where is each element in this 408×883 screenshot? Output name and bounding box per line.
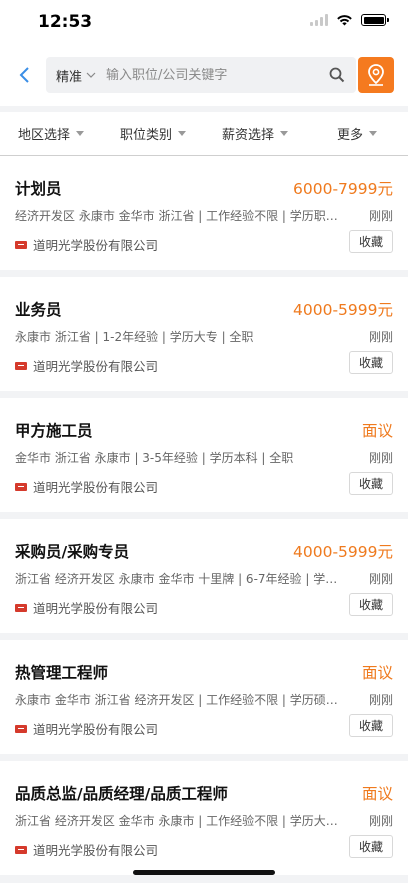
filter-salary[interactable]: 薪资选择 bbox=[204, 124, 306, 143]
job-card[interactable]: 业务员 4000-5999元 永康市 浙江省 | 1-2年经验 | 学历大专 |… bbox=[0, 277, 408, 391]
job-meta: 永康市 金华市 浙江省 经济开发区 | 工作经验不限 | 学历硕士 | 全职 bbox=[15, 693, 345, 707]
battery-icon bbox=[361, 14, 389, 26]
search-mode-label[interactable]: 精准 bbox=[56, 66, 82, 85]
job-meta: 永康市 浙江省 | 1-2年经验 | 学历大专 | 全职 bbox=[15, 330, 254, 344]
status-icons bbox=[310, 14, 389, 26]
location-pin-icon bbox=[368, 64, 384, 86]
search-icon[interactable] bbox=[328, 66, 346, 84]
job-meta: 浙江省 经济开发区 金华市 永康市 | 工作经验不限 | 学历大专 | 全职 bbox=[15, 814, 345, 828]
favorite-button[interactable]: 收藏 bbox=[349, 835, 393, 858]
job-title: 甲方施工员 bbox=[15, 422, 93, 440]
job-card[interactable]: 甲方施工员 面议 金华市 浙江省 永康市 | 3-5年经验 | 学历本科 | 全… bbox=[0, 398, 408, 512]
chevron-left-icon bbox=[19, 67, 29, 83]
search-box: 精准 bbox=[46, 57, 356, 93]
favorite-button[interactable]: 收藏 bbox=[349, 472, 393, 495]
job-time: 刚刚 bbox=[368, 330, 393, 344]
status-time: 12:53 bbox=[38, 12, 93, 32]
company-row: 道明光学股份有限公司 bbox=[15, 840, 158, 859]
search-input[interactable] bbox=[106, 67, 328, 83]
job-card[interactable]: 采购员/采购专员 4000-5999元 浙江省 经济开发区 永康市 金华市 十里… bbox=[0, 519, 408, 633]
company-logo-icon bbox=[15, 603, 27, 612]
company-name: 道明光学股份有限公司 bbox=[33, 843, 159, 858]
job-time: 刚刚 bbox=[368, 572, 393, 586]
job-card[interactable]: 计划员 6000-7999元 经济开发区 永康市 金华市 浙江省 | 工作经验不… bbox=[0, 156, 408, 270]
caret-down-icon bbox=[369, 131, 377, 136]
job-title: 品质总监/品质经理/品质工程师 bbox=[15, 785, 228, 803]
job-title: 业务员 bbox=[15, 301, 62, 319]
company-row: 道明光学股份有限公司 bbox=[15, 477, 158, 496]
company-name: 道明光学股份有限公司 bbox=[33, 480, 159, 495]
search-bar: 精准 bbox=[0, 44, 408, 106]
wifi-icon bbox=[337, 15, 352, 26]
favorite-button[interactable]: 收藏 bbox=[349, 714, 393, 737]
job-card[interactable]: 热管理工程师 面议 永康市 金华市 浙江省 经济开发区 | 工作经验不限 | 学… bbox=[0, 640, 408, 754]
job-meta: 经济开发区 永康市 金华市 浙江省 | 工作经验不限 | 学历职高 | 全职 bbox=[15, 209, 345, 223]
company-logo-icon bbox=[15, 845, 27, 854]
favorite-button[interactable]: 收藏 bbox=[349, 230, 393, 253]
company-name: 道明光学股份有限公司 bbox=[33, 238, 159, 253]
company-name: 道明光学股份有限公司 bbox=[33, 359, 159, 374]
home-indicator bbox=[133, 870, 275, 875]
back-button[interactable] bbox=[12, 57, 36, 93]
company-name: 道明光学股份有限公司 bbox=[33, 601, 159, 616]
job-salary: 4000-5999元 bbox=[293, 543, 393, 561]
company-row: 道明光学股份有限公司 bbox=[15, 235, 158, 254]
favorite-button[interactable]: 收藏 bbox=[349, 351, 393, 374]
job-meta: 浙江省 经济开发区 永康市 金华市 十里牌 | 6-7年经验 | 学历大专 | … bbox=[15, 572, 345, 586]
job-salary: 面议 bbox=[361, 664, 393, 682]
job-card[interactable]: 品质总监/品质经理/品质工程师 面议 浙江省 经济开发区 金华市 永康市 | 工… bbox=[0, 761, 408, 875]
job-title: 采购员/采购专员 bbox=[15, 543, 130, 561]
company-logo-icon bbox=[15, 240, 27, 249]
status-bar: 12:53 bbox=[0, 0, 408, 44]
job-time: 刚刚 bbox=[368, 209, 393, 223]
company-row: 道明光学股份有限公司 bbox=[15, 719, 158, 738]
location-button[interactable] bbox=[358, 57, 394, 93]
job-list: 计划员 6000-7999元 经济开发区 永康市 金华市 浙江省 | 工作经验不… bbox=[0, 156, 408, 875]
filter-more[interactable]: 更多 bbox=[306, 124, 408, 143]
job-salary: 6000-7999元 bbox=[293, 180, 393, 198]
job-salary: 4000-5999元 bbox=[293, 301, 393, 319]
filter-category[interactable]: 职位类别 bbox=[102, 124, 204, 143]
job-salary: 面议 bbox=[361, 422, 393, 440]
job-title: 热管理工程师 bbox=[15, 664, 109, 682]
company-logo-icon bbox=[15, 724, 27, 733]
company-logo-icon bbox=[15, 361, 27, 370]
job-title: 计划员 bbox=[15, 180, 62, 198]
company-row: 道明光学股份有限公司 bbox=[15, 598, 158, 617]
job-salary: 面议 bbox=[361, 785, 393, 803]
caret-down-icon bbox=[280, 131, 288, 136]
job-time: 刚刚 bbox=[368, 693, 393, 707]
signal-icon bbox=[310, 14, 328, 26]
favorite-button[interactable]: 收藏 bbox=[349, 593, 393, 616]
company-name: 道明光学股份有限公司 bbox=[33, 722, 159, 737]
caret-down-icon bbox=[76, 131, 84, 136]
company-logo-icon bbox=[15, 482, 27, 491]
company-row: 道明光学股份有限公司 bbox=[15, 356, 158, 375]
chevron-down-icon[interactable] bbox=[86, 72, 96, 78]
job-time: 刚刚 bbox=[368, 451, 393, 465]
filter-bar: 地区选择 职位类别 薪资选择 更多 bbox=[0, 112, 408, 156]
job-time: 刚刚 bbox=[368, 814, 393, 828]
job-meta: 金华市 浙江省 永康市 | 3-5年经验 | 学历本科 | 全职 bbox=[15, 451, 294, 465]
filter-region[interactable]: 地区选择 bbox=[0, 124, 102, 143]
caret-down-icon bbox=[178, 131, 186, 136]
